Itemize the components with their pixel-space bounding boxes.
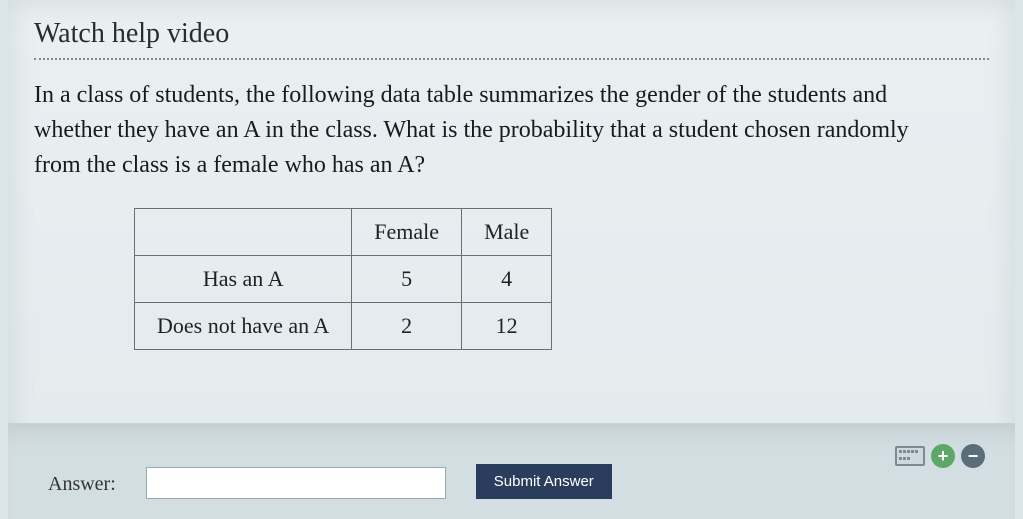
submit-answer-button[interactable]: Submit Answer [476,464,612,499]
table-blank-cell [135,209,352,256]
table-row: Does not have an A 2 12 [135,303,552,350]
col-header-male: Male [462,209,552,256]
watch-help-video-link[interactable]: Watch help video [34,18,989,50]
zoom-out-icon[interactable]: − [961,444,985,468]
answer-area: + − Answer: Submit Answer [8,423,1015,519]
data-table: Female Male Has an A 5 4 Does not have a… [134,208,552,350]
answer-input[interactable] [146,467,446,499]
divider [34,58,989,60]
cell-value: 4 [462,256,552,303]
table-row: Has an A 5 4 [135,256,552,303]
row-label: Has an A [135,256,352,303]
cell-value: 12 [462,303,552,350]
col-header-female: Female [352,209,462,256]
row-label: Does not have an A [135,303,352,350]
zoom-in-icon[interactable]: + [931,444,955,468]
cell-value: 2 [352,303,462,350]
answer-label: Answer: [48,473,116,496]
question-text: In a class of students, the following da… [34,78,954,182]
cell-value: 5 [352,256,462,303]
table-header-row: Female Male [135,209,552,256]
toolbar-icons: + − [895,444,985,468]
keyboard-icon[interactable] [895,446,925,466]
